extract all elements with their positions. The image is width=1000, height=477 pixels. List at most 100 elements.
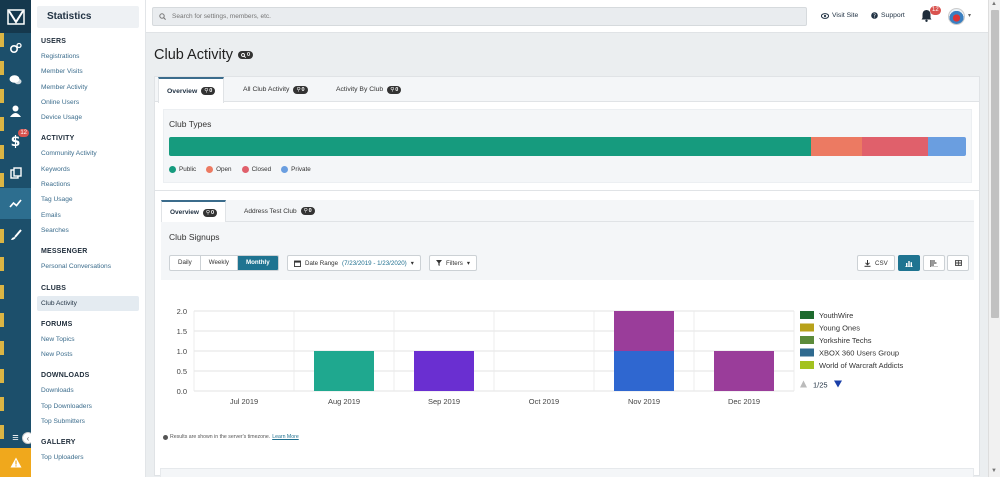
bar-nov-2019-seg-1[interactable] xyxy=(614,311,674,351)
search-input[interactable] xyxy=(172,13,772,20)
chart-legend-label[interactable]: Yorkshire Techs xyxy=(819,336,872,345)
tab-all-club-activity[interactable]: All Club Activity ⚲ 0 xyxy=(235,77,316,102)
learn-more-link[interactable]: Learn More xyxy=(272,434,299,440)
avatar[interactable] xyxy=(948,8,965,25)
sidebar-item-reactions[interactable]: Reactions xyxy=(31,177,145,192)
club-type-segment-public[interactable] xyxy=(169,137,811,156)
table-view-button[interactable] xyxy=(947,255,969,271)
csv-download-button[interactable]: CSV xyxy=(857,255,895,271)
sidebar-item-member-activity[interactable]: Member Activity xyxy=(31,80,145,95)
eye-icon xyxy=(821,12,829,19)
chevron-down-icon[interactable]: ▾ xyxy=(968,12,971,19)
sidebar-item-new-posts[interactable]: New Posts xyxy=(31,347,145,362)
sidebar-section-heading: MESSENGER xyxy=(41,248,88,256)
rail-cogs-icon[interactable] xyxy=(0,33,31,64)
svg-text:?: ? xyxy=(873,14,876,20)
legend-prev-arrow-icon[interactable] xyxy=(800,380,807,388)
sidebar-sections: USERS Registrations Member Visits Member Ac… xyxy=(31,38,145,466)
sidebar-item-emails[interactable]: Emails xyxy=(31,208,145,223)
table-icon xyxy=(954,260,962,266)
caret-down-icon: ▾ xyxy=(410,259,414,267)
sidebar-item-member-visits[interactable]: Member Visits xyxy=(31,64,145,79)
legend-label: Open xyxy=(216,166,232,173)
filters-button[interactable]: Filters ▾ xyxy=(429,255,477,271)
warning-icon[interactable] xyxy=(0,448,31,477)
rail-chat-icon[interactable] xyxy=(0,64,31,95)
bar-nov-2019-seg-0[interactable] xyxy=(614,351,674,391)
sidebar-item-top-uploaders[interactable]: Top Uploaders xyxy=(31,450,145,465)
inner-tab-label: Address Test Club xyxy=(244,207,297,215)
legend-label: Public xyxy=(179,166,197,173)
sidebar-item-personal-conversations[interactable]: Personal Conversations xyxy=(31,259,145,274)
club-type-segment-private[interactable] xyxy=(927,137,966,156)
stacked-view-button[interactable] xyxy=(923,255,945,271)
scroll-up-arrow-icon[interactable]: ▲ xyxy=(991,1,997,7)
visit-site-link[interactable]: Visit Site xyxy=(821,12,858,19)
stats-sidebar: Statistics USERS Registrations Member Visi… xyxy=(31,0,146,477)
club-type-legend-item[interactable]: Open xyxy=(206,166,232,173)
club-type-segment-open[interactable] xyxy=(810,137,863,156)
legend-next-arrow-icon[interactable] xyxy=(834,380,842,388)
inner-tab-overview[interactable]: Overview ⚲ 0 xyxy=(161,200,227,223)
sidebar-section-heading: GALLERY xyxy=(41,439,76,447)
bar-chart-view-button[interactable] xyxy=(898,255,920,271)
chart-legend-label[interactable]: YouthWire xyxy=(819,311,853,320)
tab-activity-by-club[interactable]: Activity By Club ⚲ 0 xyxy=(328,77,409,102)
club-type-legend-item[interactable]: Public xyxy=(169,166,196,173)
chart-legend-label[interactable]: XBOX 360 Users Group xyxy=(819,349,899,358)
page-scrollbar[interactable]: ▲ ▼ xyxy=(988,0,1000,477)
chart-legend-swatch xyxy=(800,361,814,369)
scroll-thumb[interactable] xyxy=(991,10,999,318)
sidebar-item-registrations[interactable]: Registrations xyxy=(31,49,145,64)
sidebar-item-community-activity[interactable]: Community Activity xyxy=(31,146,145,161)
y-tick-label: 1.0 xyxy=(177,347,187,356)
search-box[interactable] xyxy=(152,7,807,26)
chart-legend-label[interactable]: Young Ones xyxy=(819,324,860,333)
period-daily-button[interactable]: Daily xyxy=(170,256,201,270)
rail-dollar-icon[interactable]: $ 12 xyxy=(0,126,31,157)
club-type-legend-item[interactable]: Private xyxy=(281,166,311,173)
date-range-button[interactable]: Date Range (7/23/2019 - 1/23/2020) ▾ xyxy=(287,255,421,271)
club-type-legend-item[interactable]: Closed xyxy=(241,166,271,173)
caret-down-icon: ▾ xyxy=(466,259,470,267)
sidebar-item-top-submitters[interactable]: Top Submitters xyxy=(31,414,145,429)
rail-brush-icon[interactable] xyxy=(0,219,31,250)
sidebar-section-heading: USERS xyxy=(41,38,67,45)
main-tabs: Overview ⚲ 0 All Club Activity ⚲ 0 Activit… xyxy=(155,77,979,103)
period-monthly-button[interactable]: Monthly xyxy=(237,256,278,270)
inner-tab-address-test-club[interactable]: Address Test Club ⚲ 0 xyxy=(236,200,323,222)
sidebar-item-downloads[interactable]: Downloads xyxy=(31,383,145,398)
filter-icon xyxy=(436,260,442,266)
club-type-segment-closed[interactable] xyxy=(862,137,928,156)
page-title-badge[interactable]: 0 xyxy=(237,51,254,59)
signups-title: Club Signups xyxy=(169,232,220,242)
bar-aug-2019-seg-0[interactable] xyxy=(314,351,374,391)
sidebar-section-heading: CLUBS xyxy=(41,284,67,292)
club-types-box: Club Types Public Open Closed Private xyxy=(163,109,972,183)
search-icon: ⚲ xyxy=(205,209,210,216)
bar-sep-2019-seg-0[interactable] xyxy=(414,351,474,391)
sidebar-item-top-downloaders[interactable]: Top Downloaders xyxy=(31,399,145,414)
sidebar-item-club-activity[interactable]: Club Activity xyxy=(37,295,139,311)
rail-copy-icon[interactable] xyxy=(0,157,31,188)
logo-icon[interactable] xyxy=(0,0,31,33)
period-weekly-button[interactable]: Weekly xyxy=(201,256,238,270)
sidebar-section-heading: DOWNLOADS xyxy=(41,372,90,380)
bar-dec-2019-seg-0[interactable] xyxy=(714,351,774,391)
sidebar-item-online-users[interactable]: Online Users xyxy=(31,95,145,110)
chart-legend-label[interactable]: World of Warcraft Addicts xyxy=(819,361,903,370)
legend-dot xyxy=(169,166,176,173)
sidebar-item-new-topics[interactable]: New Topics xyxy=(31,332,145,347)
date-range-label: Date Range xyxy=(305,259,339,267)
tab-badge-count: 0 xyxy=(301,86,305,93)
sidebar-item-keywords[interactable]: Keywords xyxy=(31,162,145,177)
sidebar-item-device-usage[interactable]: Device Usage xyxy=(31,110,145,125)
rail-stats-icon[interactable] xyxy=(0,188,31,219)
sidebar-item-searches[interactable]: Searches xyxy=(31,223,145,238)
tab-overview[interactable]: Overview ⚲ 0 xyxy=(158,77,225,103)
scroll-down-arrow-icon[interactable]: ▼ xyxy=(991,468,997,474)
support-link[interactable]: ? Support xyxy=(871,12,905,19)
page-title-text: Club Activity xyxy=(154,47,233,63)
sidebar-item-tag-usage[interactable]: Tag Usage xyxy=(31,192,145,207)
rail-user-icon[interactable] xyxy=(0,95,31,126)
